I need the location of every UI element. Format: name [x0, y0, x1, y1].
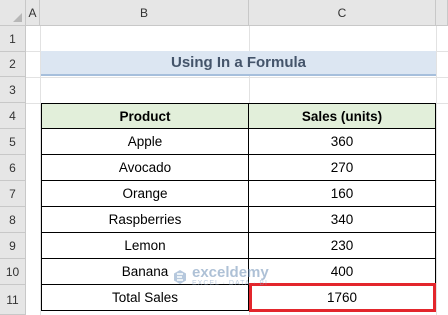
gridline — [436, 26, 437, 315]
cell-product[interactable]: Avocado — [41, 155, 249, 181]
row-header-11[interactable]: 11 — [0, 285, 26, 315]
exceldemy-logo-icon — [174, 270, 186, 284]
watermark-text: exceldemy EXCEL · DATA · BI — [192, 264, 269, 288]
header-product[interactable]: Product — [41, 103, 249, 129]
spreadsheet: A B C 1 2 3 4 5 6 7 8 9 10 11 Using In a… — [0, 0, 448, 315]
row-header-9[interactable]: 9 — [0, 233, 26, 259]
select-all-corner[interactable] — [0, 0, 26, 26]
cell-sales[interactable]: 160 — [249, 181, 436, 207]
total-label[interactable]: Total Sales — [41, 285, 249, 311]
cell-product[interactable]: Raspberries — [41, 207, 249, 233]
row-header-10[interactable]: 10 — [0, 259, 26, 285]
row-header-1[interactable]: 1 — [0, 26, 26, 52]
sheet-title[interactable]: Using In a Formula — [41, 51, 436, 76]
cell-sales[interactable]: 270 — [249, 155, 436, 181]
row-header-4[interactable]: 4 — [0, 103, 26, 129]
column-header-a[interactable]: A — [26, 0, 40, 26]
cell-sales[interactable]: 230 — [249, 233, 436, 259]
row-header-5[interactable]: 5 — [0, 129, 26, 155]
column-header-b[interactable]: B — [40, 0, 249, 26]
watermark: exceldemy EXCEL · DATA · BI — [172, 264, 269, 288]
row-header-3[interactable]: 3 — [0, 77, 26, 103]
column-header-d[interactable] — [436, 0, 448, 26]
header-sales[interactable]: Sales (units) — [249, 103, 436, 129]
cell-product[interactable]: Lemon — [41, 233, 249, 259]
cell-sales[interactable]: 360 — [249, 129, 436, 155]
row-header-2[interactable]: 2 — [0, 52, 26, 77]
gridline — [26, 77, 448, 78]
watermark-tagline: EXCEL · DATA · BI — [192, 280, 268, 287]
select-all-triangle-icon — [13, 13, 22, 22]
column-header-c[interactable]: C — [249, 0, 436, 26]
row-header-8[interactable]: 8 — [0, 207, 26, 233]
watermark-name: exceldemy — [192, 264, 269, 281]
cell-sales[interactable]: 340 — [249, 207, 436, 233]
cell-product[interactable]: Apple — [41, 129, 249, 155]
row-header-7[interactable]: 7 — [0, 181, 26, 207]
row-header-6[interactable]: 6 — [0, 155, 26, 181]
cell-sales[interactable]: 400 — [249, 259, 436, 285]
total-value[interactable]: 1760 — [249, 285, 436, 311]
cell-product[interactable]: Orange — [41, 181, 249, 207]
